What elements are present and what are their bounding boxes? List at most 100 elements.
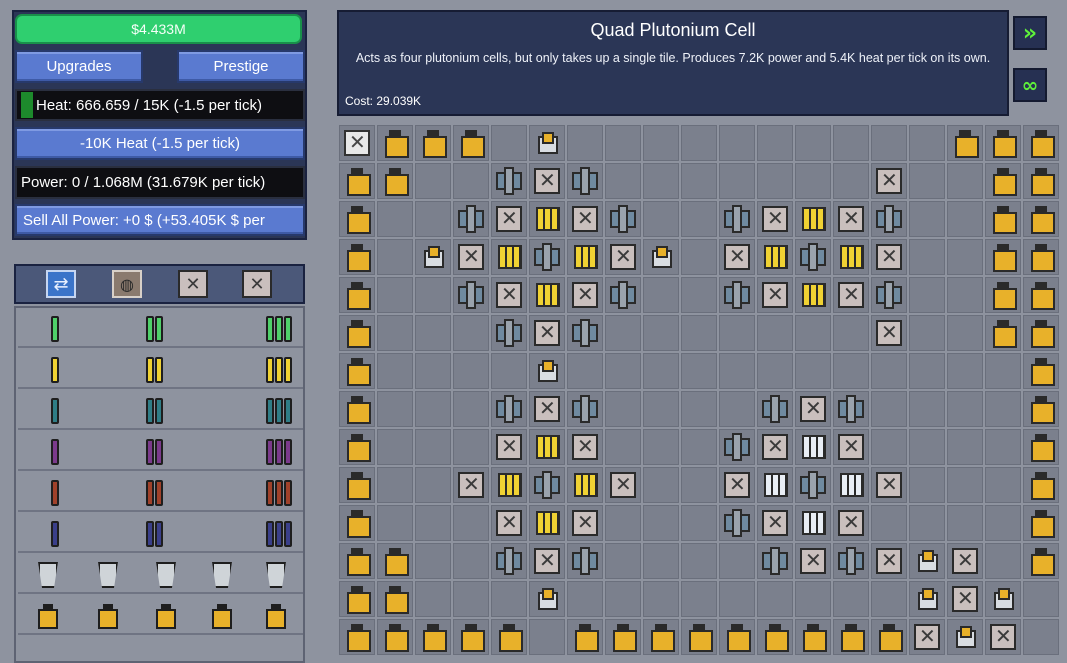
- reactor-tile[interactable]: [643, 239, 679, 275]
- reactor-tile[interactable]: [377, 315, 413, 351]
- reactor-tile[interactable]: [567, 277, 603, 313]
- reactor-tile[interactable]: [339, 201, 375, 237]
- reactor-tile[interactable]: [339, 353, 375, 389]
- reactor-tile[interactable]: [985, 467, 1021, 503]
- reactor-tile[interactable]: [719, 125, 755, 161]
- reactor-tile[interactable]: [757, 239, 793, 275]
- reactor-tile[interactable]: [605, 125, 641, 161]
- reactor-tile[interactable]: [529, 505, 565, 541]
- reactor-tile[interactable]: [605, 429, 641, 465]
- reactor-tile[interactable]: [643, 467, 679, 503]
- reactor-tile[interactable]: [491, 125, 527, 161]
- reactor-tile[interactable]: [909, 467, 945, 503]
- reactor-tile[interactable]: [605, 277, 641, 313]
- speed-button[interactable]: »: [1013, 16, 1047, 50]
- reactor-tile[interactable]: [453, 201, 489, 237]
- reactor-tile[interactable]: [795, 277, 831, 313]
- reactor-tile[interactable]: [909, 619, 945, 655]
- reactor-tile[interactable]: [719, 277, 755, 313]
- reactor-tile[interactable]: [681, 467, 717, 503]
- reactor-tile[interactable]: [567, 239, 603, 275]
- reactor-tile[interactable]: [947, 201, 983, 237]
- reactor-tile[interactable]: [491, 581, 527, 617]
- reactor-tile[interactable]: [871, 619, 907, 655]
- tab-heat[interactable]: ◍: [112, 270, 142, 298]
- reactor-tile[interactable]: [719, 505, 755, 541]
- reactor-tile[interactable]: [415, 201, 451, 237]
- reactor-tile[interactable]: [415, 277, 451, 313]
- reactor-tile[interactable]: [377, 125, 413, 161]
- reactor-tile[interactable]: [719, 619, 755, 655]
- reactor-tile[interactable]: [1023, 315, 1059, 351]
- reactor-tile[interactable]: [643, 505, 679, 541]
- reactor-tile[interactable]: [795, 543, 831, 579]
- reactor-tile[interactable]: [909, 543, 945, 579]
- reactor-tile[interactable]: [415, 391, 451, 427]
- reactor-tile[interactable]: [947, 315, 983, 351]
- reactor-tile[interactable]: [871, 467, 907, 503]
- reactor-tile[interactable]: [529, 353, 565, 389]
- reactor-tile[interactable]: [529, 391, 565, 427]
- reactor-tile[interactable]: [871, 163, 907, 199]
- reactor-tile[interactable]: [1023, 353, 1059, 389]
- part-quad-icon[interactable]: [264, 437, 292, 467]
- reactor-tile[interactable]: [643, 391, 679, 427]
- reactor-tile[interactable]: [795, 125, 831, 161]
- reactor-tile[interactable]: [453, 619, 489, 655]
- part-double-icon[interactable]: [144, 478, 172, 508]
- reactor-tile[interactable]: [567, 429, 603, 465]
- reactor-tile[interactable]: [719, 353, 755, 389]
- reactor-tile[interactable]: [415, 125, 451, 161]
- reactor-tile[interactable]: [605, 467, 641, 503]
- reactor-tile[interactable]: [871, 543, 907, 579]
- reactor-tile[interactable]: [757, 619, 793, 655]
- reactor-tile[interactable]: [491, 277, 527, 313]
- prestige-button[interactable]: Prestige: [177, 50, 305, 83]
- reactor-tile[interactable]: [795, 163, 831, 199]
- reactor-tile[interactable]: [1023, 619, 1059, 655]
- upgrades-button[interactable]: Upgrades: [15, 50, 143, 83]
- reactor-tile[interactable]: [909, 391, 945, 427]
- reactor-tile[interactable]: [1023, 201, 1059, 237]
- reactor-tile[interactable]: [605, 543, 641, 579]
- reactor-tile[interactable]: [833, 315, 869, 351]
- reactor-tile[interactable]: [947, 619, 983, 655]
- tab-power[interactable]: ⇄: [46, 270, 76, 298]
- reactor-tile[interactable]: [833, 277, 869, 313]
- reactor-tile[interactable]: [377, 163, 413, 199]
- part-capacitor-icon[interactable]: [208, 601, 236, 631]
- reactor-tile[interactable]: [339, 581, 375, 617]
- part-single-icon[interactable]: [42, 355, 70, 385]
- reactor-tile[interactable]: [529, 239, 565, 275]
- reactor-tile[interactable]: [377, 543, 413, 579]
- sell-power-button[interactable]: Sell All Power: +0 $ (+53.405K $ per: [15, 204, 305, 236]
- reactor-tile[interactable]: [681, 353, 717, 389]
- reactor-tile[interactable]: [605, 163, 641, 199]
- reactor-tile[interactable]: [681, 619, 717, 655]
- reactor-tile[interactable]: [719, 315, 755, 351]
- part-quad-icon[interactable]: [264, 478, 292, 508]
- reactor-tile[interactable]: [567, 619, 603, 655]
- reactor-tile[interactable]: [339, 315, 375, 351]
- reactor-tile[interactable]: [719, 163, 755, 199]
- reactor-tile[interactable]: [833, 391, 869, 427]
- reactor-tile[interactable]: [681, 201, 717, 237]
- reactor-tile[interactable]: [1023, 581, 1059, 617]
- reactor-tile[interactable]: [529, 315, 565, 351]
- reactor-tile[interactable]: [795, 353, 831, 389]
- reactor-tile[interactable]: [757, 277, 793, 313]
- reactor-tile[interactable]: [833, 581, 869, 617]
- reactor-tile[interactable]: [415, 315, 451, 351]
- reactor-tile[interactable]: [529, 581, 565, 617]
- reactor-tile[interactable]: [909, 163, 945, 199]
- part-quad-icon[interactable]: [264, 355, 292, 385]
- reactor-tile[interactable]: [339, 277, 375, 313]
- reactor-tile[interactable]: [567, 467, 603, 503]
- reactor-tile[interactable]: [529, 619, 565, 655]
- reactor-tile[interactable]: [491, 505, 527, 541]
- reactor-tile[interactable]: [453, 505, 489, 541]
- reactor-tile[interactable]: [643, 163, 679, 199]
- reactor-tile[interactable]: [643, 543, 679, 579]
- reactor-tile[interactable]: [1023, 277, 1059, 313]
- reactor-tile[interactable]: [415, 467, 451, 503]
